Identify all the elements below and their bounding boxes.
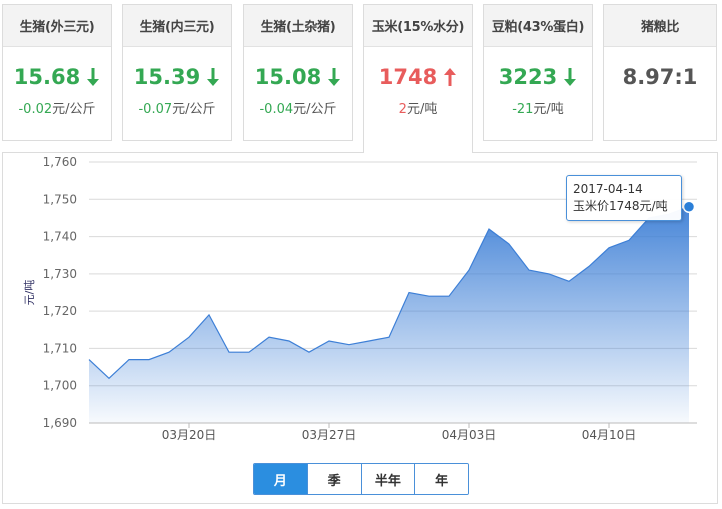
x-tick-label: 04月10日 [582, 428, 637, 442]
card-value-text: 15.68 [13, 65, 81, 89]
card-change-value: -0.04 [259, 102, 294, 117]
card-change-value: -21 [512, 102, 534, 117]
chart-tooltip: 2017-04-14 玉米价1748元/吨 [566, 175, 682, 221]
card-title: 生猪(土杂猪) [244, 5, 352, 47]
card-change-unit: 元/吨 [533, 102, 564, 117]
y-tick-label: 1,710 [43, 341, 77, 355]
y-tick-label: 1,700 [43, 379, 77, 393]
arrow-down-icon [328, 68, 341, 86]
price-cards: 生猪(外三元) 15.68 -0.02元/公斤 生猪(内三元) 15.39 -0.07元/… [2, 4, 720, 153]
arrow-down-icon [87, 68, 100, 86]
card-title: 玉米(15%水分) [364, 5, 472, 47]
price-card[interactable]: 生猪(内三元) 15.39 -0.07元/公斤 [122, 4, 232, 141]
card-title: 生猪(内三元) [123, 5, 231, 47]
card-value: 15.08 [244, 65, 352, 89]
card-change-unit: 元/公斤 [293, 102, 337, 117]
arrow-up-icon [444, 68, 457, 86]
card-change: -0.07元/公斤 [123, 98, 231, 117]
card-change-unit: 元/公斤 [172, 102, 216, 117]
card-value-text: 3223 [498, 65, 558, 89]
card-change-value: -0.07 [138, 102, 173, 117]
card-value-text: 15.08 [254, 65, 322, 89]
card-change-unit: 元/公斤 [52, 102, 96, 117]
price-chart-panel: 1,690 1,700 1,710 1,720 1,730 1,740 1,750 1,760… [2, 152, 718, 504]
arrow-down-icon [207, 68, 220, 86]
range-tab[interactable]: 年 [415, 464, 468, 494]
price-area [89, 206, 689, 423]
card-change-value: -0.02 [18, 102, 53, 117]
price-card[interactable]: 生猪(外三元) 15.68 -0.02元/公斤 [2, 4, 112, 141]
card-value-text: 8.97:1 [622, 65, 698, 89]
card-value-text: 15.39 [133, 65, 201, 89]
y-tick-label: 1,760 [43, 155, 77, 169]
card-value: 15.39 [123, 65, 231, 89]
x-tick-label: 03月20日 [162, 428, 217, 442]
y-axis-label: 元/吨 [23, 280, 36, 306]
card-change: -21元/吨 [484, 98, 592, 117]
card-change: -0.04元/公斤 [244, 98, 352, 117]
card-change: -0.02元/公斤 [3, 98, 111, 117]
x-tick-label: 03月27日 [302, 428, 357, 442]
highlighted-point[interactable] [682, 200, 696, 213]
arrow-down-icon [564, 68, 577, 86]
range-tab[interactable]: 月 [254, 464, 308, 494]
card-title: 生猪(外三元) [3, 5, 111, 47]
y-tick-label: 1,740 [43, 230, 77, 244]
card-value: 8.97:1 [604, 65, 716, 89]
tooltip-value: 玉米价1748元/吨 [573, 199, 668, 213]
range-tab[interactable]: 半年 [361, 464, 416, 494]
y-tick-label: 1,750 [43, 192, 77, 206]
range-tab[interactable]: 季 [307, 464, 362, 494]
x-tick-label: 04月03日 [442, 428, 497, 442]
card-value: 15.68 [3, 65, 111, 89]
range-tabs: 月季半年年 [253, 463, 469, 495]
card-value: 1748 [364, 65, 472, 89]
card-title: 豆粕(43%蛋白) [484, 5, 592, 47]
y-tick-label: 1,720 [43, 304, 77, 318]
price-card[interactable]: 猪粮比 8.97:1 [603, 4, 717, 141]
card-title: 猪粮比 [604, 5, 716, 47]
card-value: 3223 [484, 65, 592, 89]
tooltip-date: 2017-04-14 [573, 182, 643, 196]
price-card[interactable]: 玉米(15%水分) 1748 2元/吨 [363, 4, 473, 153]
card-change-unit: 元/吨 [406, 102, 438, 117]
price-card[interactable]: 生猪(土杂猪) 15.08 -0.04元/公斤 [243, 4, 353, 141]
card-value-text: 1748 [378, 65, 438, 89]
card-change-value: 2 [398, 102, 407, 117]
price-card[interactable]: 豆粕(43%蛋白) 3223 -21元/吨 [483, 4, 593, 141]
y-tick-label: 1,690 [43, 416, 77, 430]
card-change: 2元/吨 [364, 98, 472, 117]
y-tick-label: 1,730 [43, 267, 77, 281]
